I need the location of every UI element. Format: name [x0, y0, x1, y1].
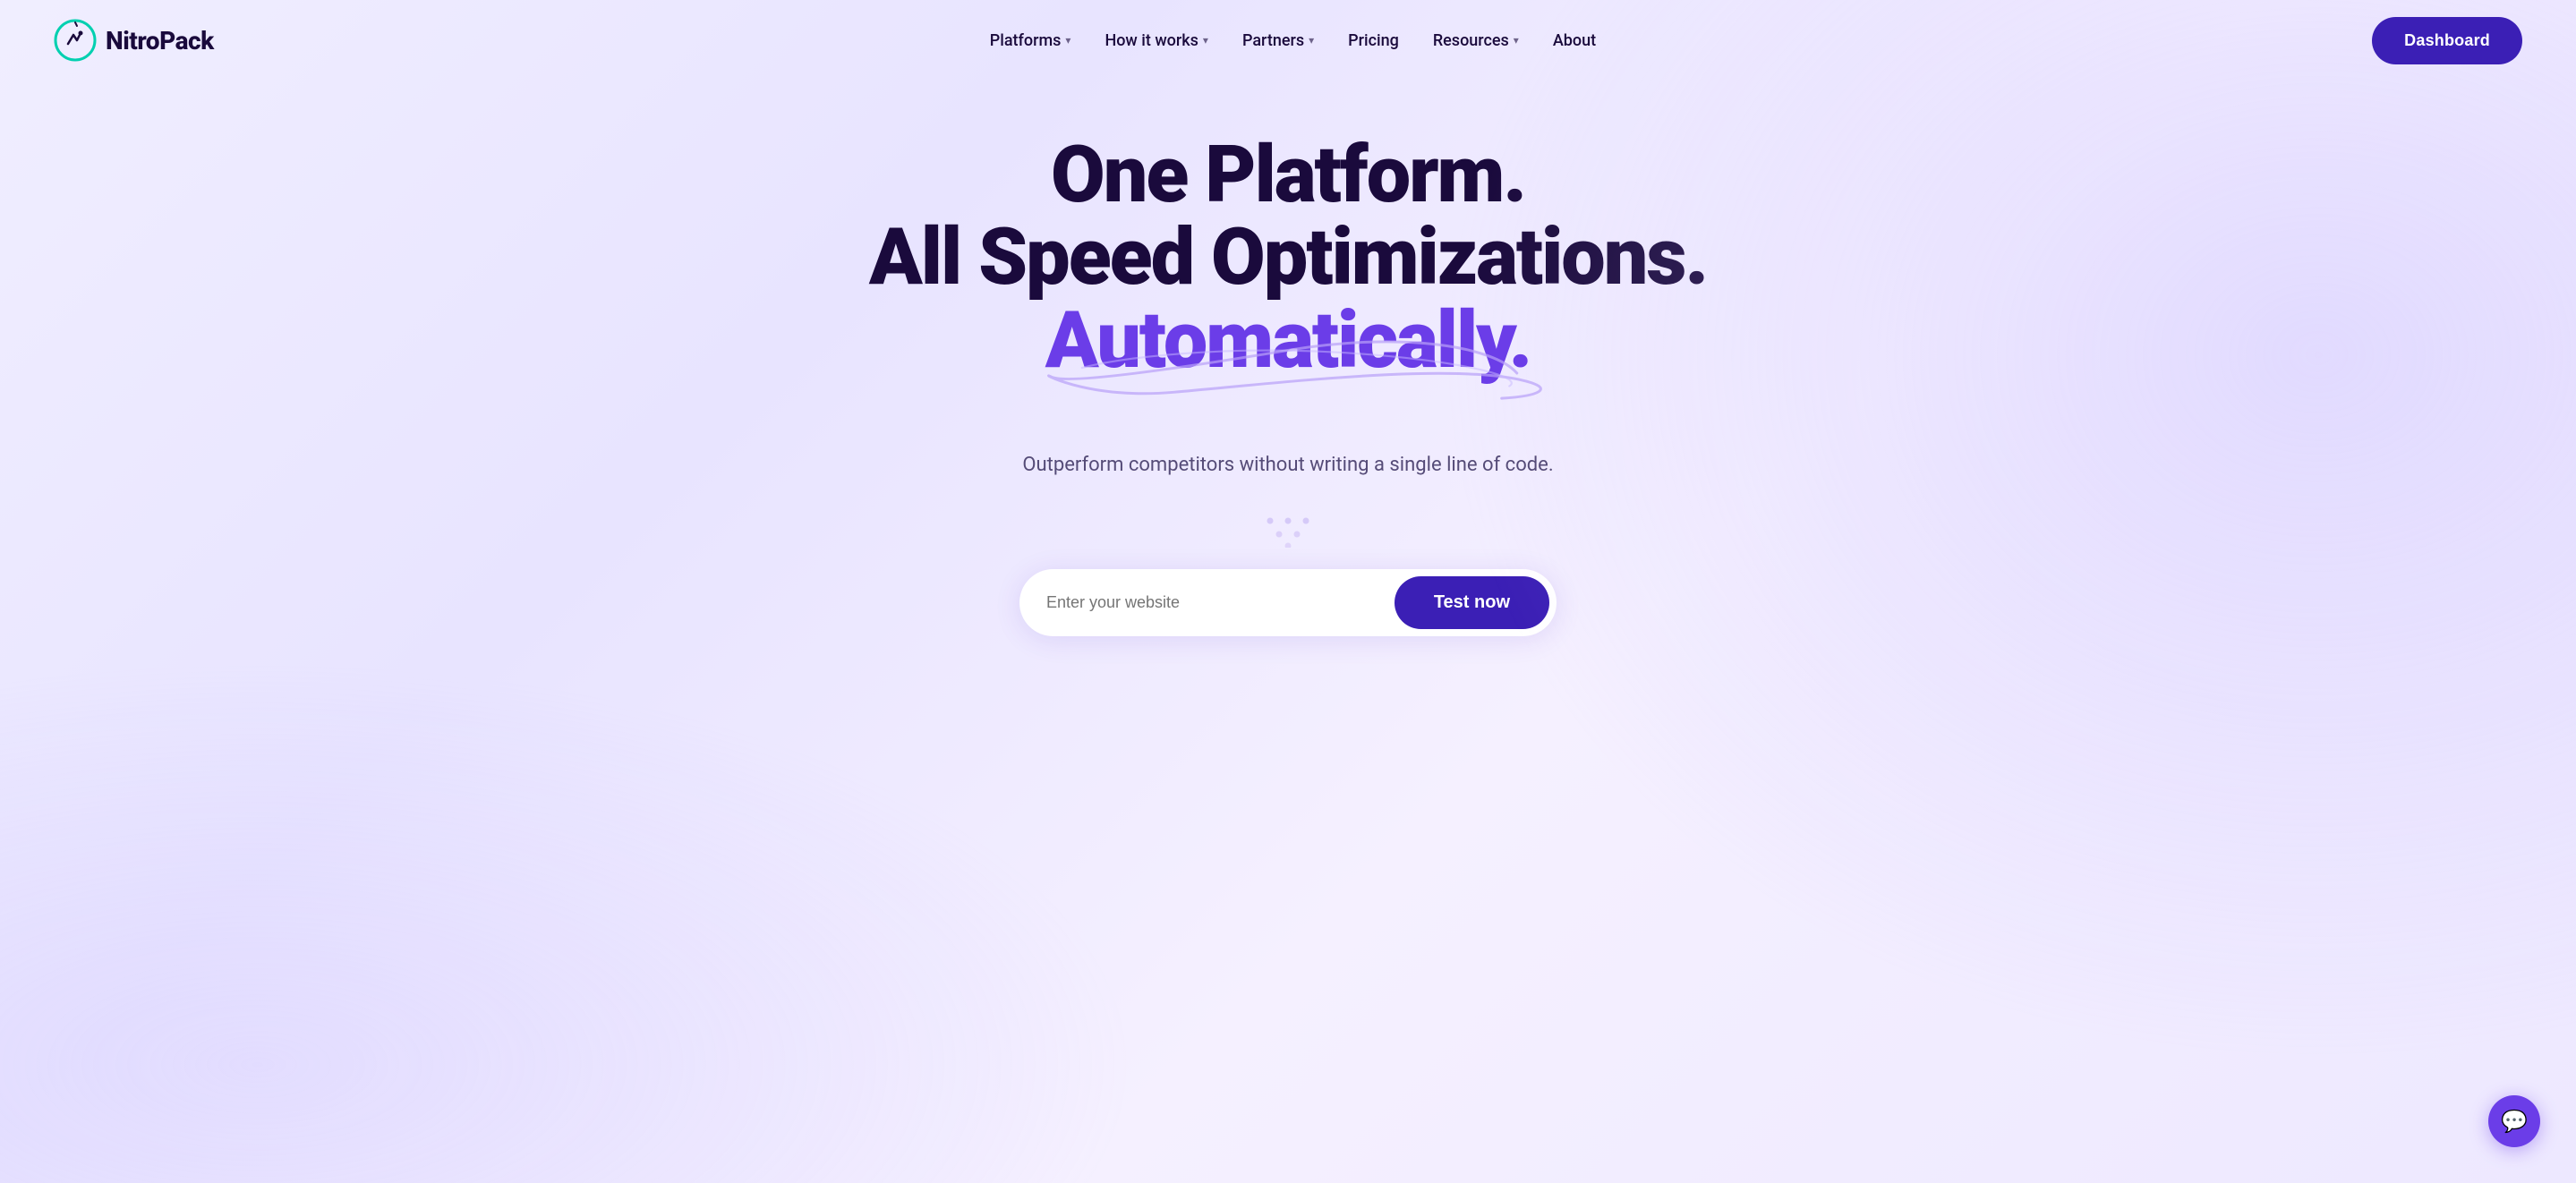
nav-item-pricing: Pricing [1334, 24, 1413, 57]
hero-line1: One Platform. [1051, 129, 1525, 221]
chevron-down-icon: ▾ [1514, 34, 1519, 47]
logo-icon [54, 19, 97, 62]
logo-link[interactable]: NitroPack [54, 19, 214, 62]
dots-decoration [1261, 512, 1315, 551]
dashboard-button[interactable]: Dashboard [2372, 17, 2522, 64]
chevron-down-icon: ▾ [1309, 34, 1314, 47]
chat-icon: 💬 [2501, 1109, 2528, 1134]
nav-item-partners: Partners ▾ [1228, 24, 1328, 57]
nav-item-about: About [1539, 24, 1610, 57]
hero-line2: All Speed Optimizations. [869, 211, 1707, 303]
website-input[interactable] [1046, 593, 1395, 612]
hero-title: One Platform. All Speed Optimizations. A… [869, 134, 1707, 382]
chevron-down-icon: ▾ [1065, 34, 1070, 47]
nav-link-resources[interactable]: Resources ▾ [1419, 24, 1533, 57]
nav-item-platforms: Platforms ▾ [976, 24, 1086, 57]
nav-link-about[interactable]: About [1539, 24, 1610, 57]
hero-section: One Platform. All Speed Optimizations. A… [0, 81, 2576, 708]
nav-link-platforms[interactable]: Platforms ▾ [976, 24, 1086, 57]
hero-line3: Automatically. [1045, 300, 1531, 382]
nav-link-how-it-works[interactable]: How it works ▾ [1090, 24, 1223, 57]
nav-link-partners[interactable]: Partners ▾ [1228, 24, 1328, 57]
nav-link-pricing[interactable]: Pricing [1334, 24, 1413, 57]
navbar: NitroPack Platforms ▾ How it works ▾ Par… [0, 0, 2576, 81]
nav-links: Platforms ▾ How it works ▾ Partners ▾ Pr… [976, 24, 1610, 57]
cta-bar: Test now [1019, 569, 1557, 636]
test-now-button[interactable]: Test now [1395, 576, 1549, 629]
chat-widget[interactable]: 💬 [2488, 1095, 2540, 1147]
nav-item-how-it-works: How it works ▾ [1090, 24, 1223, 57]
logo-text: NitroPack [106, 26, 214, 55]
hero-subtitle: Outperform competitors without writing a… [1022, 454, 1553, 476]
chevron-down-icon: ▾ [1203, 34, 1208, 47]
nav-item-resources: Resources ▾ [1419, 24, 1533, 57]
